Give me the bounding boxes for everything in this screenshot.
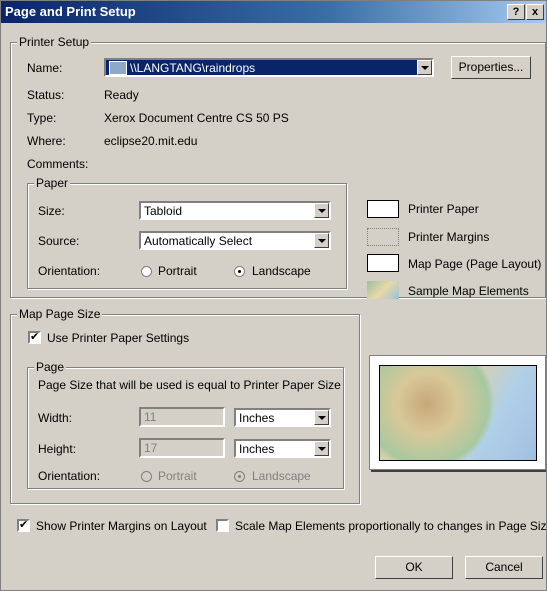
page-portrait-label[interactable]: Portrait [158, 469, 197, 483]
printer-icon [109, 61, 127, 75]
paper-legend: Paper [34, 176, 71, 190]
printer-margins-swatch [367, 228, 399, 246]
scale-elements-checkbox[interactable] [216, 519, 229, 532]
chevron-down-icon[interactable] [314, 203, 329, 218]
map-page-label: Map Page (Page Layout) [408, 257, 542, 271]
sample-map-label: Sample Map Elements [408, 284, 529, 298]
page-print-setup-dialog: Page and Print Setup ? x Printer Setup N… [0, 0, 547, 591]
width-unit-combo[interactable]: Inches [234, 408, 331, 427]
map-page-size-legend: Map Page Size [17, 307, 103, 321]
height-unit-combo[interactable]: Inches [234, 439, 331, 458]
portrait-label[interactable]: Portrait [158, 264, 197, 278]
use-printer-settings-label[interactable]: Use Printer Paper Settings [47, 331, 189, 345]
width-value: 11 [144, 410, 157, 424]
paper-size-combo[interactable]: Tabloid [139, 201, 331, 220]
type-label: Type: [27, 111, 57, 125]
printer-setup-legend: Printer Setup [17, 35, 92, 49]
landscape-radio[interactable] [234, 266, 245, 277]
name-label: Name: [27, 61, 63, 75]
show-margins-label[interactable]: Show Printer Margins on Layout [36, 519, 207, 533]
map-page-swatch [367, 254, 399, 272]
comments-label: Comments: [27, 157, 89, 171]
page-portrait-radio[interactable] [141, 471, 152, 482]
width-field[interactable]: 11 [139, 407, 225, 427]
printer-margins-label: Printer Margins [408, 230, 490, 244]
printer-name-combo[interactable]: \\LANGTANG\raindrops [104, 58, 434, 77]
height-value: 17 [144, 441, 158, 455]
type-value: Xerox Document Centre CS 50 PS [104, 111, 289, 125]
paper-size-value: Tabloid [144, 204, 183, 218]
page-preview [369, 355, 546, 470]
sample-map-icon [367, 281, 399, 299]
page-legend: Page [34, 360, 67, 374]
close-button[interactable]: x [526, 4, 544, 20]
paper-source-combo[interactable]: Automatically Select [139, 231, 331, 250]
paper-orientation-label: Orientation: [38, 264, 101, 278]
size-label: Size: [38, 204, 65, 218]
chevron-down-icon[interactable] [314, 410, 329, 425]
where-value: eclipse20.mit.edu [104, 134, 198, 148]
scale-elements-label[interactable]: Scale Map Elements proportionally to cha… [235, 519, 546, 533]
height-label: Height: [38, 442, 77, 456]
width-unit-value: Inches [239, 411, 275, 425]
printer-name-value: \\LANGTANG\raindrops [130, 61, 256, 75]
show-margins-checkbox[interactable]: ✔ [17, 519, 30, 532]
ok-button[interactable]: OK [375, 556, 453, 579]
chevron-down-icon[interactable] [417, 60, 432, 75]
help-button[interactable]: ? [507, 4, 525, 20]
title-bar: Page and Print Setup ? x [1, 1, 546, 23]
paper-source-value: Automatically Select [144, 234, 253, 248]
page-landscape-radio[interactable] [234, 471, 245, 482]
properties-button[interactable]: Properties... [451, 56, 531, 79]
page-size-info: Page Size that will be used is equal to … [38, 378, 341, 392]
width-label: Width: [38, 411, 73, 425]
sample-map-preview [379, 365, 537, 461]
source-label: Source: [38, 234, 80, 248]
use-printer-settings-checkbox[interactable]: ✔ [28, 331, 41, 344]
landscape-label[interactable]: Landscape [252, 264, 311, 278]
printer-paper-label: Printer Paper [408, 202, 479, 216]
chevron-down-icon[interactable] [314, 233, 329, 248]
portrait-radio[interactable] [141, 266, 152, 277]
cancel-button[interactable]: Cancel [465, 556, 543, 579]
height-field[interactable]: 17 [139, 438, 225, 458]
status-label: Status: [27, 88, 65, 102]
window-title: Page and Print Setup [5, 4, 136, 19]
chevron-down-icon[interactable] [314, 441, 329, 456]
where-label: Where: [27, 134, 66, 148]
status-value: Ready [104, 88, 139, 102]
page-landscape-label[interactable]: Landscape [252, 469, 311, 483]
height-unit-value: Inches [239, 442, 275, 456]
page-orientation-label: Orientation: [38, 469, 101, 483]
printer-paper-swatch [367, 200, 399, 218]
